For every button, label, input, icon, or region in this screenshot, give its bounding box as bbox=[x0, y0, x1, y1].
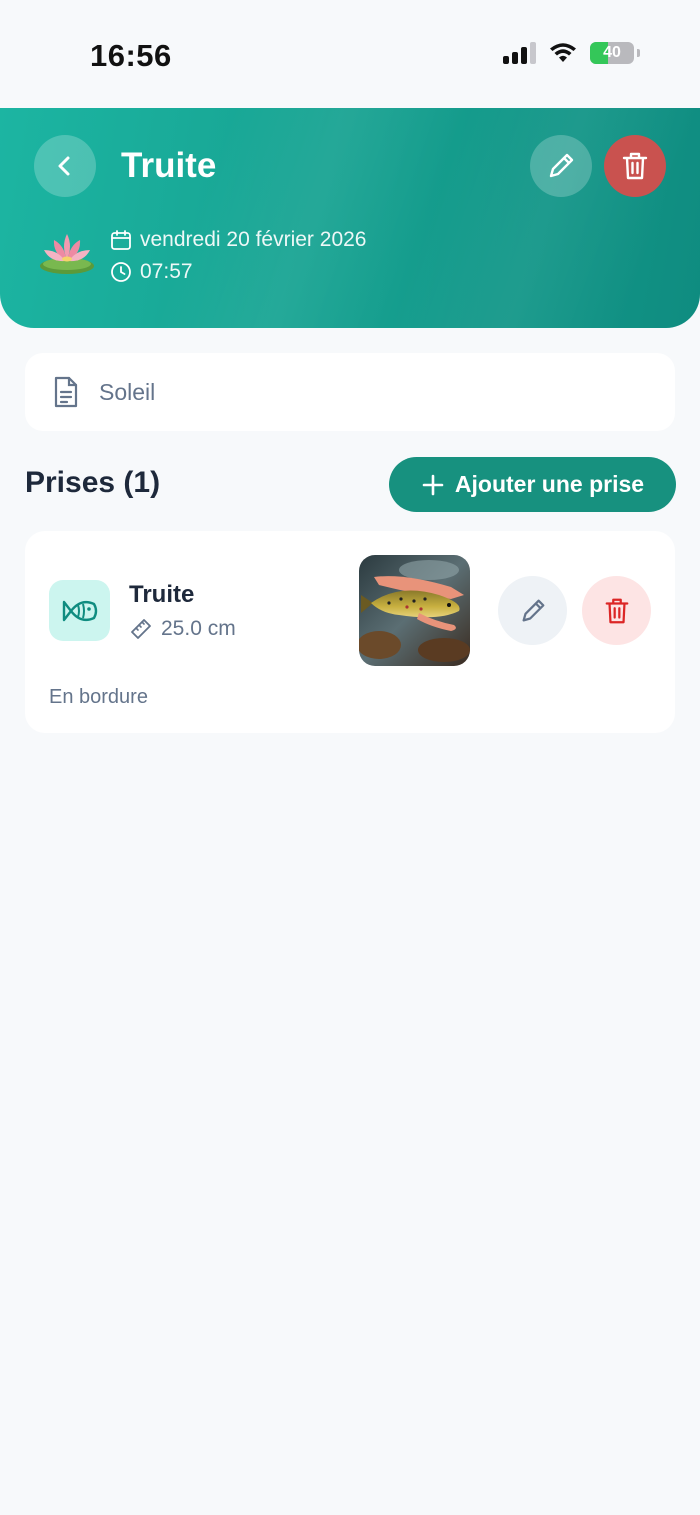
clock-icon bbox=[111, 262, 131, 282]
battery-charging-icon: 40 bbox=[590, 42, 634, 64]
add-catch-button[interactable]: Ajouter une prise bbox=[389, 457, 676, 512]
pencil-icon bbox=[522, 599, 544, 621]
edit-session-button[interactable] bbox=[530, 135, 592, 197]
pencil-icon bbox=[549, 153, 574, 178]
catches-section-title: Prises (1) bbox=[25, 466, 161, 499]
session-detail-screen: 16:56 40 Truite vendredi 20 février 2026… bbox=[0, 0, 700, 1515]
catch-size-row: 25.0 cm bbox=[129, 617, 236, 641]
cellular-signal-icon bbox=[503, 42, 536, 64]
trout-photo-image bbox=[359, 555, 470, 666]
catch-size: 25.0 cm bbox=[161, 617, 236, 640]
edit-catch-button[interactable] bbox=[498, 576, 567, 645]
delete-session-button[interactable] bbox=[604, 135, 666, 197]
catch-species: Truite bbox=[129, 581, 195, 608]
notes-text: Soleil bbox=[99, 378, 156, 405]
catch-photo[interactable] bbox=[359, 555, 470, 666]
fish-icon bbox=[62, 600, 97, 621]
ruler-icon bbox=[131, 619, 151, 639]
notes-card: Soleil bbox=[25, 353, 675, 431]
session-header: Truite vendredi 20 février 2026 07:57 bbox=[0, 108, 700, 328]
status-bar: 16:56 40 bbox=[0, 0, 700, 108]
trash-icon bbox=[605, 598, 628, 623]
catch-card[interactable]: Truite 25.0 cm En bordure bbox=[25, 531, 675, 733]
add-catch-label: Ajouter une prise bbox=[454, 471, 645, 497]
back-button[interactable] bbox=[34, 135, 96, 197]
battery-level: 40 bbox=[603, 44, 621, 61]
session-time: 07:57 bbox=[140, 260, 193, 283]
fish-tile bbox=[49, 580, 110, 641]
trash-icon bbox=[622, 152, 648, 180]
status-time: 16:56 bbox=[90, 38, 172, 73]
session-meta: vendredi 20 février 2026 07:57 bbox=[110, 224, 366, 288]
plus-icon bbox=[422, 474, 444, 495]
delete-catch-button[interactable] bbox=[582, 576, 651, 645]
wifi-icon bbox=[550, 43, 576, 62]
session-date-row: vendredi 20 février 2026 bbox=[110, 224, 366, 256]
status-indicators: 40 bbox=[503, 42, 640, 64]
document-icon bbox=[54, 376, 78, 408]
catch-note: En bordure bbox=[49, 686, 148, 708]
lotus-icon bbox=[40, 234, 94, 274]
calendar-icon bbox=[111, 230, 131, 250]
session-time-row: 07:57 bbox=[110, 256, 366, 288]
page-title: Truite bbox=[121, 146, 217, 185]
session-date: vendredi 20 février 2026 bbox=[140, 228, 367, 251]
back-chevron-icon bbox=[58, 156, 70, 176]
